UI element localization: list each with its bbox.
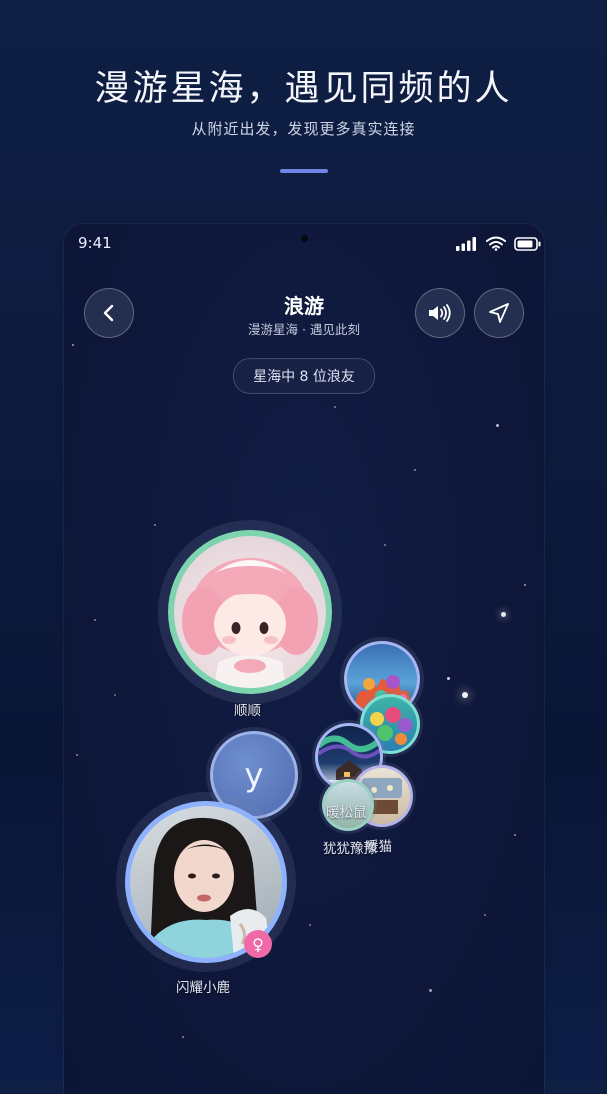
female-symbol-icon: ♀: [252, 934, 264, 954]
sound-button[interactable]: [415, 288, 465, 338]
navigation-arrow-icon: [489, 303, 509, 323]
user-name-shanyao: 闪耀小鹿: [176, 980, 230, 996]
battery-icon: [514, 237, 541, 251]
user-name-youyou: 犹犹豫豫: [323, 841, 377, 857]
signal-icon: [456, 237, 476, 251]
female-gender-badge: ♀: [244, 930, 272, 958]
user-bubble-shunshun[interactable]: [158, 520, 342, 704]
accent-divider: [280, 169, 328, 173]
status-bar: 9:41: [64, 224, 544, 270]
online-count-pill: 星海中 8 位浪友: [233, 358, 375, 394]
wifi-icon: [486, 236, 506, 251]
page-title: 浪游: [284, 294, 324, 318]
phone-screen: 9:41 浪游 漫游星海 · 遇见此刻 星海中 8 位浪友 顺顺 y ♀ 闪耀小…: [64, 224, 544, 1094]
speaker-icon: [429, 304, 451, 322]
user-name-shunshun: 顺顺: [234, 703, 261, 719]
status-time: 9:41: [78, 234, 112, 252]
camera-cutout: [301, 235, 308, 242]
status-icons: [456, 236, 542, 251]
locate-button[interactable]: [474, 288, 524, 338]
promo-headline: 漫游星海，遇见同频的人: [94, 69, 513, 109]
pink-doll-avatar: [174, 536, 326, 688]
user-name-nuansongshu: 暖松鼠: [326, 805, 367, 821]
promo-subline: 从附近出发，发现更多真实连接: [191, 120, 416, 138]
page-subtitle: 漫游星海 · 遇见此刻: [248, 322, 360, 337]
avatar-letter: y: [244, 756, 264, 794]
